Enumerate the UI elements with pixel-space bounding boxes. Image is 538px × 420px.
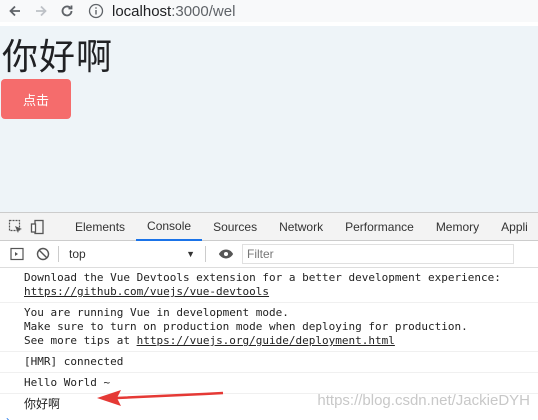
tab-memory[interactable]: Memory — [425, 213, 490, 241]
back-button[interactable] — [4, 0, 26, 22]
click-button[interactable]: 点击 — [1, 79, 71, 119]
console-toolbar: top ▼ — [0, 241, 538, 268]
device-toolbar-button[interactable] — [30, 218, 46, 236]
live-expression-button[interactable] — [216, 245, 236, 263]
console-prompt-icon[interactable]: › — [6, 413, 10, 420]
eye-icon — [218, 249, 234, 259]
console-message: You are running Vue in development mode.… — [0, 303, 538, 352]
context-value: top — [69, 247, 86, 261]
tab-network[interactable]: Network — [268, 213, 334, 241]
reload-button[interactable] — [56, 0, 78, 22]
console-link[interactable]: https://vuejs.org/guide/deployment.html — [137, 334, 395, 347]
tab-application[interactable]: Appli — [490, 213, 538, 241]
inspect-element-button[interactable] — [8, 218, 24, 236]
annotation-arrow-icon — [97, 390, 224, 406]
sidebar-toggle-icon — [10, 247, 24, 261]
console-filter-input[interactable] — [242, 244, 514, 264]
tab-console[interactable]: Console — [136, 213, 203, 241]
console-message: [HMR] connected — [0, 352, 538, 373]
forward-button[interactable] — [30, 0, 52, 22]
arrow-left-icon — [9, 5, 20, 17]
url-host: localhost — [112, 2, 172, 20]
inspect-cursor-icon — [8, 219, 22, 233]
page-heading: 你好啊 — [2, 37, 114, 78]
watermark: https://blog.csdn.net/JackieDYH — [317, 392, 530, 409]
console-message: Download the Vue Devtools extension for … — [0, 268, 538, 303]
arrow-right-icon — [36, 5, 47, 17]
clear-no-entry-icon — [36, 247, 50, 261]
device-mobile-icon — [30, 219, 44, 234]
clear-console-button[interactable] — [34, 245, 52, 263]
console-message-text: Make sure to turn on production mode whe… — [24, 320, 468, 333]
devtools-tabbar: Elements Console Sources Network Perform… — [0, 213, 538, 241]
tab-performance[interactable]: Performance — [334, 213, 425, 241]
caret-down-icon: ▼ — [186, 249, 195, 259]
url-path: :3000/wel — [171, 2, 236, 20]
console-message-text: See more tips at — [24, 334, 137, 347]
console-link[interactable]: https://github.com/vuejs/vue-devtools — [24, 285, 269, 298]
console-toolbar-divider — [58, 246, 59, 262]
page-viewport: 你好啊 点击 — [0, 26, 538, 212]
console-toolbar-divider-2 — [205, 246, 206, 262]
console-message-text: 你好啊 — [24, 397, 61, 411]
context-selector[interactable]: top ▼ — [65, 244, 199, 264]
address-bar[interactable]: localhost:3000/wel — [88, 3, 235, 20]
reload-icon — [61, 5, 73, 17]
console-message-text: Download the Vue Devtools extension for … — [24, 271, 501, 284]
show-sidebar-button[interactable] — [8, 245, 26, 263]
tab-elements[interactable]: Elements — [64, 213, 136, 241]
console-message: Hello World ~ — [0, 373, 538, 394]
console-message-text: You are running Vue in development mode. — [24, 306, 289, 319]
tab-sources[interactable]: Sources — [202, 213, 268, 241]
info-icon[interactable] — [88, 3, 104, 19]
browser-toolbar: localhost:3000/wel — [0, 0, 538, 22]
devtools-panel: Elements Console Sources Network Perform… — [0, 212, 538, 420]
